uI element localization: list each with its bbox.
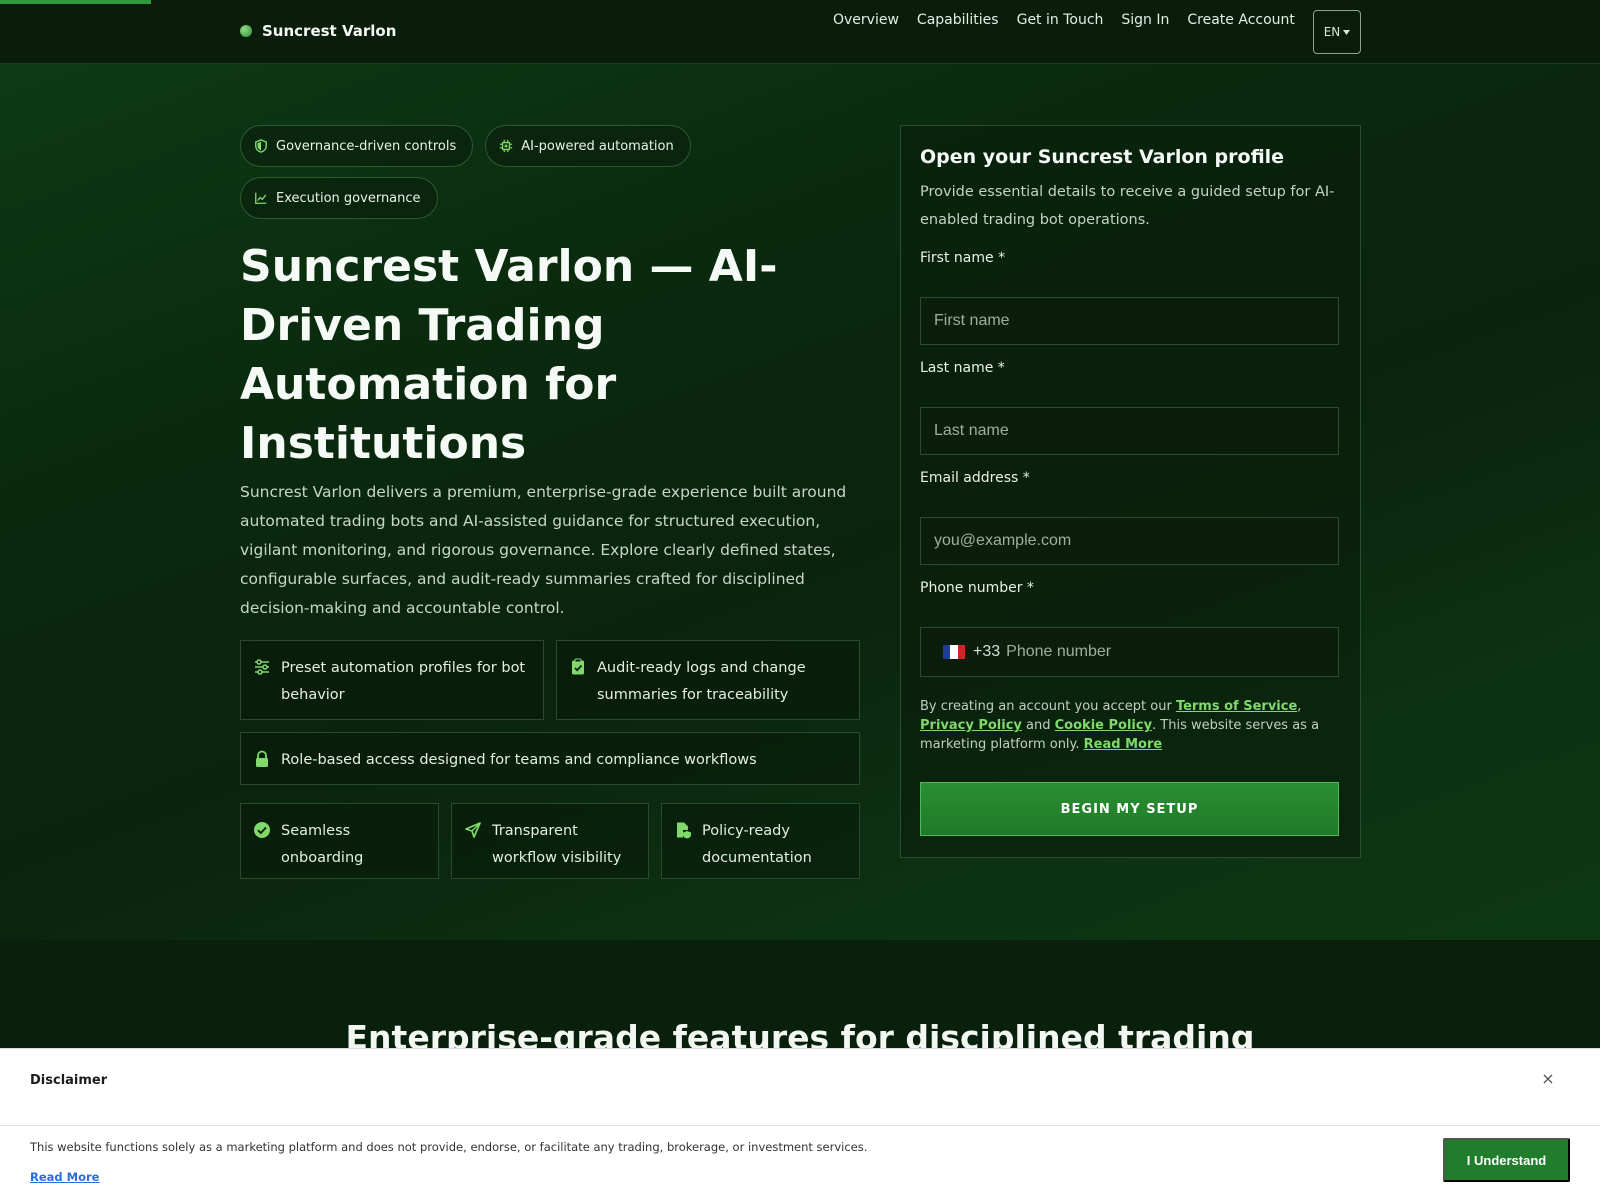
legal-and: and bbox=[1021, 718, 1055, 733]
email-label: Email address * bbox=[920, 470, 1030, 486]
badge-ai-automation: AI-powered automation bbox=[485, 125, 691, 167]
nav-link-get-in-touch[interactable]: Get in Touch bbox=[1017, 12, 1104, 28]
feature-card-onboarding: Seamless onboarding bbox=[240, 803, 439, 879]
last-name-label: Last name * bbox=[920, 360, 1005, 376]
lock-icon bbox=[256, 750, 268, 767]
disclaimer-read-more-link[interactable]: Read More bbox=[30, 1170, 99, 1184]
feature-text: Transparent workflow visibility bbox=[492, 823, 622, 866]
last-name-input[interactable] bbox=[920, 407, 1339, 455]
form-title: Open your Suncrest Varlon profile bbox=[920, 146, 1285, 168]
hero-title: Suncrest Varlon — AI-Driven Trading Auto… bbox=[240, 241, 778, 469]
nav-link-overview[interactable]: Overview bbox=[833, 12, 899, 28]
brand-logo[interactable]: Suncrest Varlon bbox=[240, 22, 396, 40]
shield-icon bbox=[255, 139, 267, 153]
legal-comma: , bbox=[1297, 699, 1302, 714]
france-flag-icon[interactable] bbox=[943, 645, 965, 659]
hero-description: Suncrest Varlon delivers a premium, ente… bbox=[240, 483, 847, 617]
file-shield-icon bbox=[677, 822, 691, 839]
form-subtitle: Provide essential details to receive a g… bbox=[920, 184, 1335, 228]
caret-down-icon bbox=[1343, 29, 1351, 35]
badge-label: AI-powered automation bbox=[521, 138, 674, 154]
feature-text: Policy-ready documentation bbox=[702, 823, 812, 866]
brand-dot-icon bbox=[240, 25, 252, 37]
disclaimer-divider bbox=[0, 1125, 1600, 1126]
feature-card-documentation: Policy-ready documentation bbox=[661, 803, 860, 879]
feature-text: Role-based access designed for teams and… bbox=[281, 752, 757, 768]
feature-card-presets: Preset automation profiles for bot behav… bbox=[240, 640, 544, 720]
cookie-link[interactable]: Cookie Policy bbox=[1055, 718, 1152, 733]
email-input[interactable] bbox=[920, 517, 1339, 565]
language-label: EN bbox=[1323, 25, 1341, 39]
legal-notice: By creating an account you accept our Te… bbox=[920, 697, 1340, 754]
legal-prefix: By creating an account you accept our bbox=[920, 699, 1176, 714]
brand-name: Suncrest Varlon bbox=[262, 22, 397, 40]
nav-link-create-account[interactable]: Create Account bbox=[1187, 12, 1295, 28]
badge-governance: Governance-driven controls bbox=[240, 125, 474, 167]
phone-label: Phone number * bbox=[920, 580, 1034, 596]
send-icon bbox=[465, 822, 481, 838]
phone-field: +33 bbox=[920, 627, 1339, 677]
clipboard-check-icon bbox=[572, 658, 584, 675]
feature-text: Preset automation profiles for bot behav… bbox=[281, 660, 526, 703]
check-circle-icon bbox=[254, 822, 270, 838]
nav-link-capabilities[interactable]: Capabilities bbox=[917, 12, 999, 28]
terms-link[interactable]: Terms of Service bbox=[1176, 699, 1297, 714]
read-more-link[interactable]: Read More bbox=[1084, 737, 1163, 752]
nav-links: Overview Capabilities Get in Touch Sign … bbox=[833, 12, 1295, 28]
first-name-input[interactable] bbox=[920, 297, 1339, 345]
chip-icon bbox=[500, 139, 513, 153]
badge-label: Execution governance bbox=[276, 190, 421, 206]
sliders-icon bbox=[255, 659, 269, 675]
feature-text: Audit-ready logs and change summaries fo… bbox=[597, 660, 806, 703]
top-navigation: Suncrest Varlon Overview Capabilities Ge… bbox=[0, 0, 1600, 64]
feature-card-audit: Audit-ready logs and change summaries fo… bbox=[556, 640, 860, 720]
privacy-link[interactable]: Privacy Policy bbox=[920, 718, 1022, 733]
feature-card-visibility: Transparent workflow visibility bbox=[451, 803, 649, 879]
phone-input[interactable] bbox=[1006, 643, 1307, 661]
close-icon[interactable]: × bbox=[1540, 1069, 1556, 1088]
feature-card-rbac: Role-based access designed for teams and… bbox=[240, 732, 860, 785]
badge-label: Governance-driven controls bbox=[276, 138, 457, 154]
understand-button[interactable]: I Understand bbox=[1443, 1138, 1570, 1182]
badge-execution: Execution governance bbox=[240, 177, 438, 219]
phone-country-code[interactable]: +33 bbox=[973, 643, 1000, 661]
disclaimer-banner: Disclaimer × This website functions sole… bbox=[0, 1048, 1600, 1200]
feature-text: Seamless onboarding bbox=[281, 823, 364, 866]
language-selector[interactable]: EN bbox=[1313, 10, 1361, 54]
chart-line-icon bbox=[255, 192, 267, 204]
begin-setup-button[interactable]: BEGIN MY SETUP bbox=[920, 782, 1339, 836]
nav-link-sign-in[interactable]: Sign In bbox=[1121, 12, 1169, 28]
page-progress-bar bbox=[0, 0, 151, 4]
hero-badges: Governance-driven controls AI-powered au… bbox=[240, 125, 860, 219]
disclaimer-heading: Disclaimer bbox=[30, 1073, 108, 1088]
disclaimer-text: This website functions solely as a marke… bbox=[30, 1140, 868, 1154]
first-name-label: First name * bbox=[920, 250, 1006, 266]
